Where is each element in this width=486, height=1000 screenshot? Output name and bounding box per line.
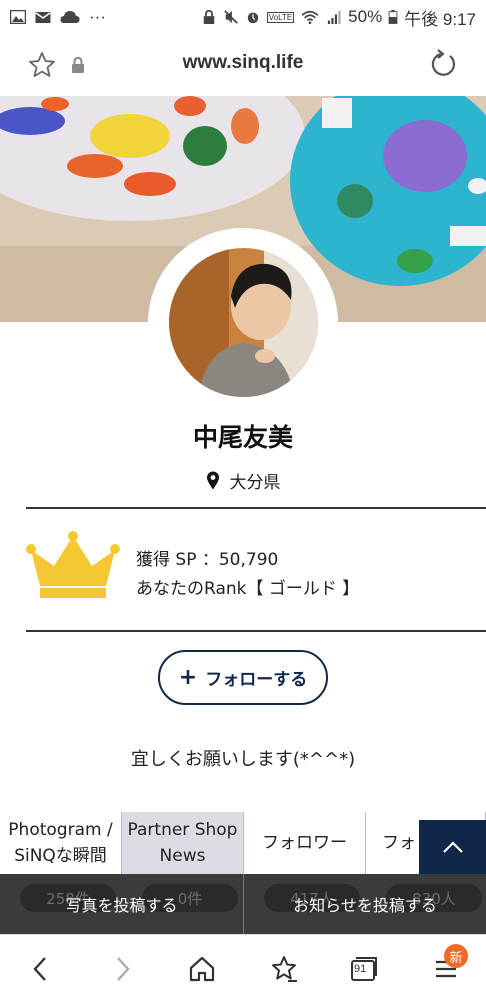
- profile-location: 大分県: [0, 468, 486, 493]
- mute-icon: [223, 10, 238, 24]
- plus-icon: +: [178, 664, 198, 690]
- crown-icon: [26, 531, 120, 598]
- divider-bottom: [26, 630, 486, 632]
- lock-icon: [203, 10, 214, 24]
- sp-points: 獲得 SP ：50,790: [136, 550, 279, 570]
- new-badge: 新: [444, 944, 468, 968]
- post-news-button[interactable]: お知らせを投稿する: [244, 874, 486, 934]
- signal-icon: [328, 10, 341, 24]
- post-photo-button[interactable]: 写真を投稿する: [0, 874, 243, 934]
- tab-partner-shop-news[interactable]: Partner Shop News: [122, 812, 244, 874]
- reload-icon[interactable]: [428, 49, 458, 79]
- chevron-up-icon: [442, 841, 463, 853]
- forward-button[interactable]: [105, 953, 141, 985]
- follow-button[interactable]: + フォローする: [158, 650, 328, 705]
- battery-icon: [388, 10, 398, 24]
- location-label: 大分県: [229, 473, 281, 493]
- follow-label: フォローする: [205, 670, 308, 690]
- bookmarks-button[interactable]: [266, 953, 302, 985]
- tabs-button[interactable]: 91: [346, 953, 382, 985]
- status-time: 午後 9:17: [404, 9, 476, 29]
- back-button[interactable]: [22, 953, 58, 985]
- bottom-nav: 91: [0, 934, 486, 1000]
- rank-label: あなたのRank【 ゴールド 】: [136, 579, 360, 599]
- wifi-icon: [301, 10, 319, 24]
- tab-followers[interactable]: フォロワー: [244, 812, 366, 874]
- profile-bio: 宜しくお願いします(*^^*): [130, 749, 356, 770]
- home-icon: [189, 956, 215, 982]
- back-icon: [33, 957, 46, 981]
- scroll-top-button[interactable]: [419, 820, 486, 874]
- battery-percent: 50%: [348, 7, 383, 26]
- avatar[interactable]: [169, 248, 318, 397]
- status-ellipsis: ···: [89, 7, 106, 26]
- profile-name: 中尾友美: [192, 423, 293, 452]
- rank-box: 獲得 SP ：50,790 あなたのRank【 ゴールド 】: [26, 528, 486, 614]
- home-button[interactable]: [184, 953, 220, 985]
- cloud-icon: [60, 11, 80, 23]
- gallery-icon: [10, 10, 26, 24]
- url-text[interactable]: www.sinq.life: [0, 52, 486, 74]
- location-pin-icon: [206, 471, 219, 490]
- profile-tabs: Photogram / SiNQな瞬間 Partner Shop News フォ…: [0, 812, 486, 874]
- mail-icon: [35, 12, 51, 23]
- forward-icon: [117, 957, 130, 981]
- volte-icon: VoLTE: [266, 11, 295, 23]
- tab-photogram[interactable]: Photogram / SiNQな瞬間: [0, 812, 122, 874]
- url-bar: www.sinq.life: [0, 34, 486, 96]
- alarm-icon: [247, 12, 258, 24]
- tab-count: 91: [354, 963, 367, 975]
- status-bar: ··· VoLTE 50% 午後 9:17: [0, 0, 486, 34]
- divider-top: [26, 507, 486, 509]
- bookmark-star-icon: [272, 956, 297, 982]
